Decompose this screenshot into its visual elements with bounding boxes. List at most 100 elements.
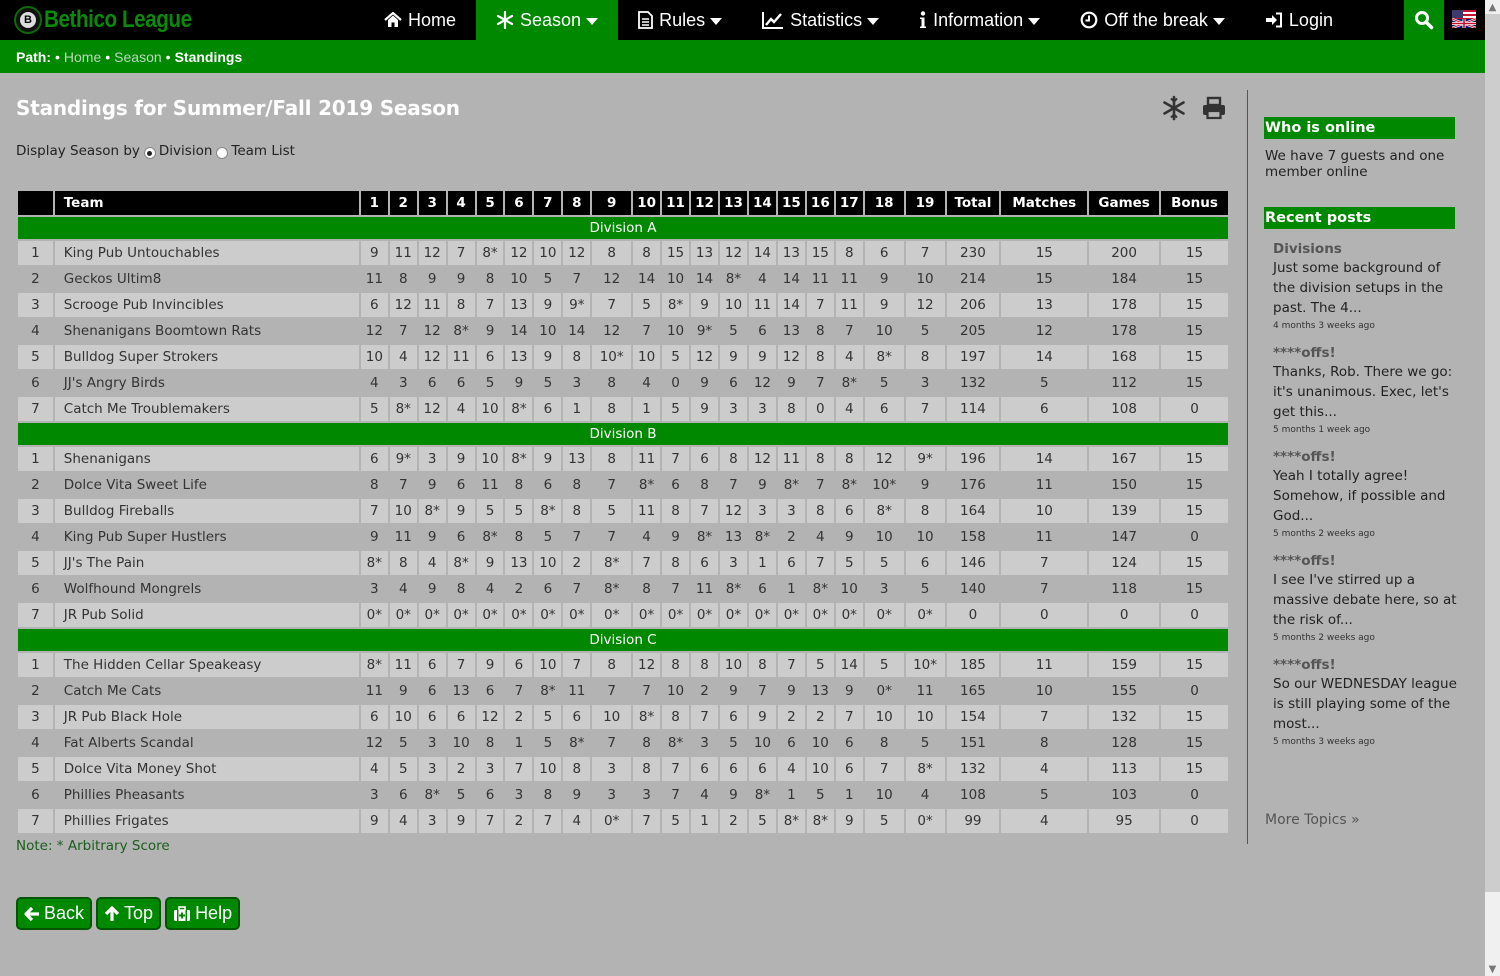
team-name-cell[interactable]: Shenanigans Boomtown Rats <box>54 319 359 343</box>
breadcrumb-season[interactable]: Season <box>114 49 161 65</box>
team-name-cell[interactable]: Shenanigans <box>54 447 359 471</box>
recent-post[interactable]: ****offs! So our WEDNESDAY league is stil… <box>1273 656 1458 747</box>
week-score-cell: 8* <box>534 499 562 523</box>
matches-cell: 10 <box>1001 679 1088 703</box>
team-name-cell[interactable]: Phillies Pheasants <box>54 783 359 807</box>
radio-team-list-label[interactable]: Team List <box>231 143 295 159</box>
week-score-cell: 7 <box>905 397 945 421</box>
back-button[interactable]: Back <box>16 897 93 930</box>
header-4: 4 <box>447 191 475 215</box>
week-score-cell: 12 <box>864 447 904 471</box>
nav-item-login[interactable]: Login <box>1245 0 1353 40</box>
week-score-cell: 10 <box>476 397 504 421</box>
header-position <box>18 191 53 215</box>
print-button[interactable] <box>1200 94 1228 122</box>
nav-item-label: Rules <box>659 9 706 30</box>
matches-cell: 7 <box>1001 577 1088 601</box>
team-name-cell[interactable]: JJ's The Pain <box>54 551 359 575</box>
radio-division-label[interactable]: Division <box>159 143 213 159</box>
week-score-cell: 9 <box>447 499 475 523</box>
week-score-cell: 9 <box>534 293 562 317</box>
rank-cell: 1 <box>18 241 53 265</box>
team-name-cell[interactable]: King Pub Untouchables <box>54 241 359 265</box>
week-score-cell: 6 <box>447 705 475 729</box>
team-name-cell[interactable]: Geckos Ultim8 <box>54 267 359 291</box>
team-name-cell[interactable]: Bulldog Super Strokers <box>54 345 359 369</box>
team-name-cell[interactable]: Bulldog Fireballs <box>54 499 359 523</box>
week-score-cell: 9 <box>418 525 446 549</box>
post-title[interactable]: Divisions <box>1273 240 1458 258</box>
games-cell: 103 <box>1089 783 1160 807</box>
week-score-cell: 7 <box>633 551 661 575</box>
week-score-cell: 7 <box>633 319 661 343</box>
team-name-cell[interactable]: Fat Alberts Scandal <box>54 731 359 755</box>
team-name-cell[interactable]: King Pub Super Hustlers <box>54 525 359 549</box>
recent-post[interactable]: Divisions Just some background of the div… <box>1273 240 1458 331</box>
team-name-cell[interactable]: The Hidden Cellar Speakeasy <box>54 653 359 677</box>
week-score-cell: 8* <box>748 783 776 807</box>
search-button[interactable] <box>1404 0 1444 40</box>
post-title[interactable]: ****offs! <box>1273 552 1458 570</box>
scroll-up-arrow-icon[interactable]: ▲ <box>1485 0 1500 14</box>
radio-division[interactable] <box>143 147 156 159</box>
week-score-cell: 9 <box>691 371 718 395</box>
week-score-cell: 9 <box>864 267 904 291</box>
team-name-cell[interactable]: Dolce Vita Sweet Life <box>54 473 359 497</box>
help-button[interactable]: Help <box>165 897 241 930</box>
recent-post[interactable]: ****offs! Yeah I totally agree! Somehow, … <box>1273 448 1458 539</box>
post-title[interactable]: ****offs! <box>1273 344 1458 362</box>
week-score-cell: 8 <box>592 241 632 265</box>
language-flag-icon[interactable] <box>1452 10 1476 28</box>
team-name-cell[interactable]: Catch Me Cats <box>54 679 359 703</box>
nav-item-home[interactable]: Home <box>364 0 476 40</box>
rank-cell: 6 <box>18 371 53 395</box>
team-name-cell[interactable]: Dolce Vita Money Shot <box>54 757 359 781</box>
team-name-cell[interactable]: Wolfhound Mongrels <box>54 577 359 601</box>
team-name-cell[interactable]: JR Pub Solid <box>54 603 359 627</box>
breadcrumb-label: Path: <box>16 48 51 65</box>
page-scrollbar[interactable]: ▲ ▼ <box>1485 0 1500 976</box>
team-name-cell[interactable]: Phillies Frigates <box>54 809 359 833</box>
week-score-cell: 4 <box>633 525 661 549</box>
arrow-up-icon <box>104 905 120 922</box>
week-score-cell: 0 <box>662 371 690 395</box>
team-name-cell[interactable]: Scrooge Pub Invincibles <box>54 293 359 317</box>
total-cell: 154 <box>946 705 1000 729</box>
post-title[interactable]: ****offs! <box>1273 656 1458 674</box>
more-topics-link[interactable]: More Topics » <box>1265 812 1360 828</box>
recent-post[interactable]: ****offs! Thanks, Rob. There we go: it's … <box>1273 344 1458 435</box>
week-score-cell: 6 <box>719 371 747 395</box>
week-score-cell: 6 <box>748 577 776 601</box>
team-name-cell[interactable]: Catch Me Troublemakers <box>54 397 359 421</box>
scroll-down-arrow-icon[interactable]: ▼ <box>1485 962 1500 976</box>
week-score-cell: 4 <box>360 371 388 395</box>
week-score-cell: 4 <box>389 809 417 833</box>
week-score-cell: 14 <box>633 267 661 291</box>
nav-item-off-the-break[interactable]: Off the break <box>1060 0 1245 40</box>
week-score-cell: 0* <box>777 603 805 627</box>
scrollbar-thumb[interactable] <box>1485 14 1500 892</box>
week-score-cell: 0 <box>806 397 834 421</box>
top-button[interactable]: Top <box>96 897 162 930</box>
week-score-cell: 10 <box>662 679 690 703</box>
breadcrumb-home[interactable]: Home <box>64 49 101 65</box>
team-name-cell[interactable]: JR Pub Black Hole <box>54 705 359 729</box>
nav-item-rules[interactable]: Rules <box>618 0 742 40</box>
week-score-cell: 0* <box>592 603 632 627</box>
radio-team-list[interactable] <box>216 147 229 159</box>
week-score-cell: 5 <box>719 319 747 343</box>
bonus-cell: 15 <box>1161 371 1228 395</box>
post-title[interactable]: ****offs! <box>1273 448 1458 466</box>
recent-post[interactable]: ****offs! I see I've stirred up a massive… <box>1273 552 1458 643</box>
week-score-cell: 6 <box>835 757 863 781</box>
nav-item-season[interactable]: Season <box>476 0 619 40</box>
week-score-cell: 8* <box>447 551 475 575</box>
total-cell: 132 <box>946 371 1000 395</box>
brand-logo[interactable]: B Bethico League <box>14 6 216 34</box>
snowflake-icon[interactable] <box>1160 94 1188 122</box>
nav-item-information[interactable]: Information <box>899 0 1060 40</box>
week-score-cell: 9 <box>748 473 776 497</box>
week-score-cell: 9* <box>691 319 718 343</box>
nav-item-statistics[interactable]: Statistics <box>742 0 899 40</box>
team-name-cell[interactable]: JJ's Angry Birds <box>54 371 359 395</box>
